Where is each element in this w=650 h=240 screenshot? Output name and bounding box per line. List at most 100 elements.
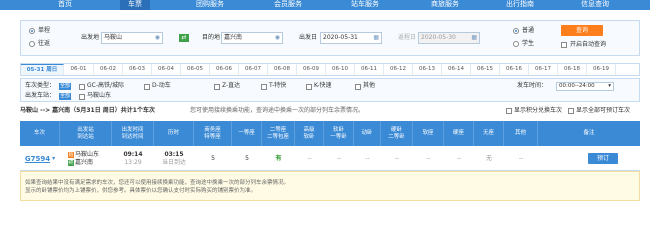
depart-station-label: 出发车站： (25, 92, 56, 99)
from-station-name: 马鞍山东 (75, 150, 100, 158)
column-header[interactable]: 车次 (20, 121, 60, 146)
train-type-option: D-动车 (152, 82, 171, 89)
train-type-option: GC-高铁/城际 (87, 82, 125, 89)
train-type-checkbox[interactable] (306, 84, 312, 90)
from-station[interactable]: 始马鞍山东 (68, 151, 99, 159)
train-type-checkbox[interactable] (355, 84, 361, 90)
passenger-normal-radio[interactable] (513, 28, 519, 34)
depart-date-field[interactable]: 2020-05-31 ▦ (320, 32, 382, 44)
date-tab[interactable]: 06-11 (355, 64, 384, 75)
date-tab[interactable]: 05-31 周日 (21, 64, 64, 75)
soft-seat-cell: -- (426, 154, 431, 162)
nav-item-info[interactable]: 信息查询 (575, 0, 615, 10)
date-tab[interactable]: 06-03 (123, 64, 152, 75)
column-header[interactable]: 历时 (154, 121, 194, 146)
chevron-down-icon[interactable]: ▾ (52, 155, 55, 163)
depart-station-all-tag[interactable]: 全部 (59, 93, 72, 100)
train-type-option: K-快速 (314, 82, 332, 89)
auto-query-label: 开启自动查询 (570, 41, 607, 48)
nav-item-tickets[interactable]: 车票 (120, 0, 150, 10)
end-station-icon: 终 (68, 159, 74, 166)
column-header: 备注 (583, 130, 595, 136)
depart-time-value: 00:00--24:00 (559, 83, 595, 89)
date-tab[interactable]: 06-07 (239, 64, 268, 75)
from-label: 出发地 (81, 34, 100, 41)
train-type-all-tag[interactable]: 全部 (59, 83, 72, 90)
date-tab[interactable]: 06-13 (413, 64, 442, 75)
one-way-label: 单程 (38, 27, 51, 34)
date-tab[interactable]: 06-16 (500, 64, 529, 75)
passenger-student-label: 学生 (522, 40, 535, 47)
query-button[interactable]: 查询 (561, 25, 603, 36)
date-tab[interactable]: 06-15 (471, 64, 500, 75)
from-value: 马鞍山 (104, 34, 123, 41)
column-header: 一等座 (232, 121, 262, 146)
from-field[interactable]: 马鞍山 ◉ (101, 32, 163, 44)
nav-item-guide[interactable]: 出行指南 (500, 0, 540, 10)
passenger-student-radio[interactable] (513, 41, 519, 47)
train-type-checkbox[interactable] (144, 84, 150, 90)
nav-item-business[interactable]: 商旅服务 (425, 0, 465, 10)
date-tab[interactable]: 06-18 (558, 64, 587, 75)
date-tab[interactable]: 06-17 (529, 64, 558, 75)
to-station-name: 嘉兴南 (75, 158, 94, 166)
round-trip-radio[interactable] (29, 41, 35, 47)
depart-station-checkbox[interactable] (79, 94, 85, 100)
to-value: 嘉兴南 (224, 34, 243, 41)
date-tab[interactable]: 06-09 (297, 64, 326, 75)
return-date-field[interactable]: 2020-05-30 ▦ (418, 32, 480, 44)
nav-item-member[interactable]: 会员服务 (268, 0, 308, 10)
date-tab[interactable]: 06-06 (210, 64, 239, 75)
arrive-time: 13:29 (124, 158, 142, 166)
show-all-checkbox[interactable] (568, 108, 574, 114)
depart-time-select[interactable]: 00:00--24:00 ▾ (556, 82, 614, 91)
train-number-cell[interactable]: G7594 ▾ (20, 146, 60, 171)
no-seat-cell: 无 (485, 154, 492, 162)
date-tab[interactable]: 06-08 (268, 64, 297, 75)
train-type-option: 其他 (363, 82, 376, 89)
to-field[interactable]: 嘉兴南 ◉ (221, 32, 283, 44)
column-header: 其他 (504, 121, 538, 146)
one-way-radio[interactable] (29, 28, 35, 34)
nav-item-station[interactable]: 站车服务 (345, 0, 385, 10)
round-trip-label: 往返 (38, 40, 51, 47)
date-tab[interactable]: 06-04 (152, 64, 181, 75)
business-seat-cell[interactable]: 5 (194, 146, 232, 171)
train-type-label: 车次类型： (25, 82, 56, 89)
date-tab[interactable]: 06-12 (384, 64, 413, 75)
start-station-icon: 始 (68, 151, 74, 158)
auto-query-checkbox[interactable] (561, 42, 567, 48)
nav-item-home[interactable]: 首页 (50, 0, 80, 10)
first-class-cell[interactable]: 5 (232, 146, 262, 171)
search-panel: 单程 往返 出发地 马鞍山 ◉ ⇄ 目的地 嘉兴南 ◉ 出发日 2020-05-… (20, 20, 640, 56)
train-number[interactable]: G7594 (25, 155, 50, 163)
date-tab[interactable]: 06-05 (181, 64, 210, 75)
date-tab[interactable]: 06-19 (587, 64, 616, 75)
date-tab[interactable]: 06-14 (442, 64, 471, 75)
date-tab[interactable]: 06-02 (94, 64, 123, 75)
result-header: 马鞍山 --> 嘉兴南（5月31日 周日）共计1个车次 您可使用接续换乘功能，查… (20, 107, 640, 117)
train-type-option: Z-直达 (222, 82, 241, 89)
nav-item-group[interactable]: 团购服务 (190, 0, 230, 10)
swap-icon[interactable]: ⇄ (179, 34, 189, 42)
date-tab[interactable]: 06-01 (64, 64, 94, 75)
dong-sleeper-cell: -- (365, 154, 370, 162)
train-type-checkbox[interactable] (79, 84, 85, 90)
train-type-option: T-特快 (269, 82, 287, 89)
train-type-checkbox[interactable] (261, 84, 267, 90)
arrival-day: 当日到达 (161, 158, 186, 166)
notice-box: 如果查询结果中没有满足需求的车次，您还可以使用接续换乘功能，查询途中换乘一次的部… (20, 171, 640, 201)
hard-seat-cell: -- (456, 154, 462, 162)
to-station[interactable]: 终嘉兴南 (68, 159, 93, 167)
train-type-checkbox[interactable] (214, 84, 220, 90)
date-tab[interactable]: 06-10 (326, 64, 355, 75)
show-points-checkbox[interactable] (506, 108, 512, 114)
column-header: 高级 软卧 (295, 121, 324, 146)
book-button[interactable]: 预订 (588, 153, 618, 164)
depart-date-label: 出发日 (299, 34, 318, 41)
column-header[interactable]: 出发时间 到达时间 (112, 121, 154, 146)
show-all-label: 显示全部可预订车次 (576, 107, 631, 114)
location-pin-icon: ◉ (274, 34, 280, 41)
column-header[interactable]: 出发站 到达站 (60, 121, 112, 146)
second-class-cell[interactable]: 有 (262, 146, 295, 171)
